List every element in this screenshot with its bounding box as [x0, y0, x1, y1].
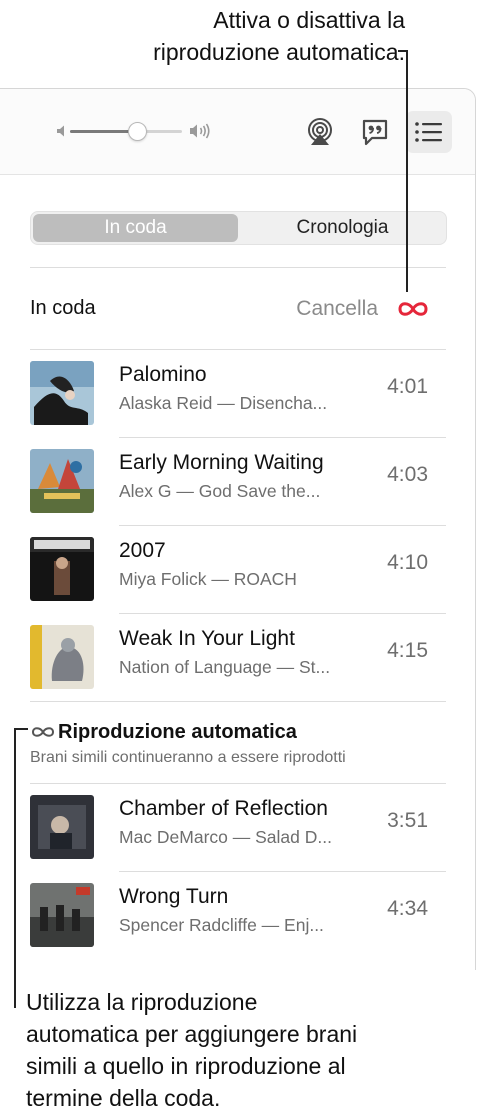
- track-duration: 4:34: [387, 897, 428, 920]
- autoplay-subtitle: Brani simili continueranno a essere ripr…: [30, 749, 346, 766]
- track-duration: 3:51: [387, 809, 428, 832]
- autoplay-infinity-icon[interactable]: [396, 299, 430, 319]
- queue-track-row[interactable]: Weak In Your Light Nation of Language — …: [0, 613, 476, 701]
- queue-title: In coda: [30, 297, 96, 319]
- queue-track-row[interactable]: 2007 Miya Folick — ROACH 4:10: [0, 525, 476, 613]
- infinity-icon: [31, 727, 55, 737]
- autoplay-callout-top: Attiva o disattiva la riproduzione autom…: [60, 4, 405, 68]
- callout-leader-line: [14, 728, 16, 1008]
- track-title: Wrong Turn: [119, 885, 229, 908]
- queue-track-row[interactable]: Palomino Alaska Reid — Disencha... 4:01: [0, 349, 476, 437]
- lyrics-icon: [362, 119, 388, 146]
- queue-button[interactable]: [406, 111, 452, 153]
- airplay-icon: [308, 118, 332, 145]
- volume-slider-knob[interactable]: [128, 122, 147, 141]
- speaker-low-icon: [57, 125, 64, 137]
- clear-queue-button[interactable]: Cancella: [296, 297, 378, 321]
- album-art: [30, 625, 94, 689]
- callout-bottom-line3: simili a quello in riproduzione al: [26, 1053, 346, 1079]
- queue-panel: In coda Cronologia In coda Cancella Palo…: [0, 88, 476, 970]
- autoplay-title: Riproduzione automatica: [58, 721, 297, 743]
- queue-track-row[interactable]: Early Morning Waiting Alex G — God Save …: [0, 437, 476, 525]
- callout-leader-line: [14, 728, 28, 730]
- track-title: Early Morning Waiting: [119, 451, 324, 474]
- track-subtitle: Nation of Language — St...: [119, 657, 331, 677]
- tab-queue[interactable]: In coda: [33, 214, 238, 242]
- track-subtitle: Mac DeMarco — Salad D...: [119, 827, 332, 847]
- track-title: 2007: [119, 539, 166, 562]
- track-subtitle: Alex G — God Save the...: [119, 481, 321, 501]
- album-art: [30, 537, 94, 601]
- autoplay-callout-bottom: Utilizza la riproduzione automatica per …: [26, 986, 476, 1114]
- tab-history[interactable]: Cronologia: [240, 214, 445, 242]
- track-duration: 4:15: [387, 639, 428, 662]
- track-title: Chamber of Reflection: [119, 797, 328, 820]
- callout-leader-line: [406, 50, 408, 292]
- callout-top-line1: Attiva o disattiva la: [213, 7, 405, 33]
- album-art: [30, 795, 94, 859]
- track-duration: 4:01: [387, 375, 428, 398]
- track-duration: 4:03: [387, 463, 428, 486]
- divider: [30, 267, 446, 268]
- speaker-high-icon: [190, 123, 210, 139]
- track-duration: 4:10: [387, 551, 428, 574]
- autoplay-track-row[interactable]: Chamber of Reflection Mac DeMarco — Sala…: [0, 783, 476, 871]
- track-title: Palomino: [119, 363, 207, 386]
- queue-list-icon: [415, 122, 442, 142]
- album-art: [30, 361, 94, 425]
- callout-top-line2: riproduzione automatica.: [153, 39, 405, 65]
- track-subtitle: Spencer Radcliffe — Enj...: [119, 915, 324, 935]
- autoplay-track-row[interactable]: Wrong Turn Spencer Radcliffe — Enj... 4:…: [0, 871, 476, 959]
- album-art: [30, 883, 94, 947]
- queue-header: In coda Cancella: [30, 297, 430, 325]
- track-title: Weak In Your Light: [119, 627, 295, 650]
- callout-bottom-line1: Utilizza la riproduzione: [26, 989, 258, 1015]
- track-subtitle: Alaska Reid — Disencha...: [119, 393, 328, 413]
- airplay-button[interactable]: [303, 115, 337, 149]
- divider: [30, 701, 446, 702]
- queue-history-segmented-control: In coda Cronologia: [30, 211, 447, 245]
- player-toolbar: [0, 89, 475, 175]
- album-art: [30, 449, 94, 513]
- callout-bottom-line4: termine della coda.: [26, 1085, 221, 1111]
- track-subtitle: Miya Folick — ROACH: [119, 569, 297, 589]
- lyrics-button[interactable]: [358, 115, 392, 149]
- callout-bottom-line2: automatica per aggiungere brani: [26, 1021, 358, 1047]
